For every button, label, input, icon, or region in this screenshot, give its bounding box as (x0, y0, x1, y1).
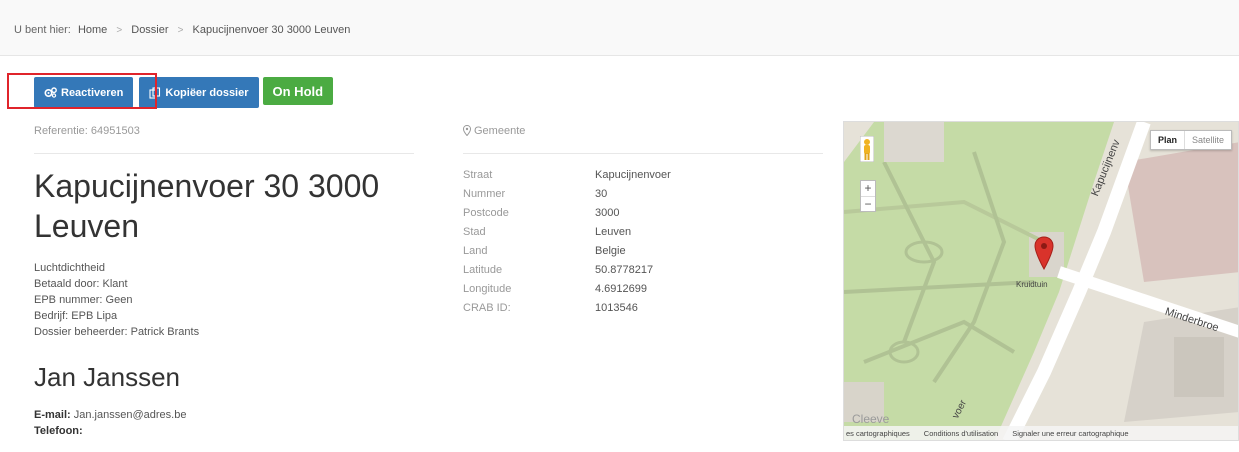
cogs-icon (44, 87, 57, 98)
property-row: Stad Leuven (463, 223, 823, 242)
contact-info: E-mail: Jan.janssen@adres.be Telefoon: (34, 407, 414, 439)
map-terms-link[interactable]: Conditions d'utilisation (924, 429, 998, 438)
breadcrumb-separator: > (177, 25, 184, 36)
email-label: E-mail: (34, 409, 71, 421)
property-row: Longitude 4.6912699 (463, 280, 823, 299)
property-key: CRAB ID: (463, 302, 511, 314)
map-marker-icon (463, 125, 471, 136)
property-row: Latitude 50.8778217 (463, 261, 823, 280)
reactivate-button-label: Reactiveren (61, 86, 124, 99)
breadcrumb: U bent hier: Home > Dossier > Kapucijnen… (14, 24, 350, 36)
property-key: Straat (463, 169, 493, 181)
property-value: 50.8778217 (595, 264, 654, 276)
property-value: 3000 (595, 207, 620, 219)
phone-label: Telefoon: (34, 425, 83, 437)
reference-number: Referentie: 64951503 (34, 120, 414, 154)
email-row: E-mail: Jan.janssen@adres.be (34, 407, 414, 423)
reactivate-button[interactable]: Reactiveren (34, 77, 134, 108)
location-header-label: Gemeente (474, 125, 526, 137)
location-details: Gemeente Straat Kapucijnenvoer Nummer 30 P… (463, 120, 823, 318)
map-report-error-link[interactable]: Signaler une erreur cartographique (1012, 429, 1128, 438)
property-row: Nummer 30 (463, 185, 823, 204)
breadcrumb-bar: U bent hier: Home > Dossier > Kapucijnen… (0, 0, 1239, 56)
property-key: Postcode (463, 207, 509, 219)
zoom-in-button[interactable]: + (861, 181, 875, 196)
map-type-satellite-button[interactable]: Satellite (1185, 131, 1231, 149)
property-row: Straat Kapucijnenvoer (463, 166, 823, 185)
property-value: Leuven (595, 226, 632, 238)
map-type-control: Plan Satellite (1149, 130, 1232, 150)
property-key: Stad (463, 226, 486, 238)
dossier-type: Luchtdichtheid (34, 262, 105, 274)
property-key: Latitude (463, 264, 503, 276)
property-row: Postcode 3000 (463, 204, 823, 223)
breadcrumb-dossier-link[interactable]: Dossier (131, 24, 168, 36)
dossier-details: Referentie: 64951503 Kapucijnenvoer 30 3… (34, 120, 414, 439)
company: Bedrijf: EPB Lipa (34, 310, 118, 322)
copy-dossier-button-label: Kopiëer dossier (165, 86, 249, 99)
map-attribution: es cartographiques (846, 428, 910, 438)
place-label: Kruidtuin (1016, 280, 1048, 289)
action-bar: Reactiveren Kopiëer dossier On Hold (34, 77, 337, 108)
property-key: Land (463, 245, 488, 257)
paid-by: Betaald door: Klant (34, 278, 128, 290)
place-label: Cleeve (852, 412, 890, 426)
map-type-plan-button[interactable]: Plan (1151, 131, 1185, 149)
breadcrumb-prefix: U bent hier: (14, 24, 71, 36)
property-key: Nummer (463, 188, 506, 200)
zoom-out-button[interactable]: − (861, 196, 875, 211)
location-header: Gemeente (463, 120, 823, 154)
epb-number: EPB nummer: Geen (34, 294, 133, 306)
property-list: Straat Kapucijnenvoer Nummer 30 Postcode 30… (463, 166, 823, 318)
breadcrumb-home-link[interactable]: Home (78, 24, 107, 36)
street-view-pegman-icon[interactable] (859, 135, 875, 167)
property-value: 30 (595, 188, 608, 200)
property-row: Land Belgie (463, 242, 823, 261)
map-pin-icon[interactable] (1034, 236, 1054, 275)
page-title: Kapucijnenvoer 30 3000 Leuven (34, 168, 380, 244)
contact-name: Jan Janssen (34, 362, 180, 392)
map-footer: es cartographiques Conditions d'utilisat… (844, 426, 1238, 440)
property-value: 4.6912699 (595, 283, 647, 295)
property-row: CRAB ID: 1013546 (463, 299, 823, 318)
status-badge: On Hold (262, 77, 334, 105)
dossier-manager: Dossier beheerder: Patrick Brants (34, 326, 200, 338)
property-key: Longitude (463, 283, 512, 295)
map-zoom-control: + − (860, 180, 876, 212)
property-value: Belgie (595, 245, 626, 257)
location-map[interactable]: + − Plan Satellite Kapucijnenv Minderbro… (843, 121, 1239, 441)
copy-icon (149, 86, 161, 99)
phone-row: Telefoon: (34, 423, 414, 439)
property-value: Kapucijnenvoer (595, 169, 671, 181)
status-badge-label: On Hold (272, 83, 324, 99)
breadcrumb-current: Kapucijnenvoer 30 3000 Leuven (192, 24, 351, 36)
copy-dossier-button[interactable]: Kopiëer dossier (139, 77, 259, 108)
email-value[interactable]: Jan.janssen@adres.be (74, 409, 187, 421)
dossier-info: Luchtdichtheid Betaald door: Klant EPB n… (34, 260, 414, 340)
breadcrumb-separator: > (116, 25, 123, 36)
property-value: 1013546 (595, 302, 638, 314)
